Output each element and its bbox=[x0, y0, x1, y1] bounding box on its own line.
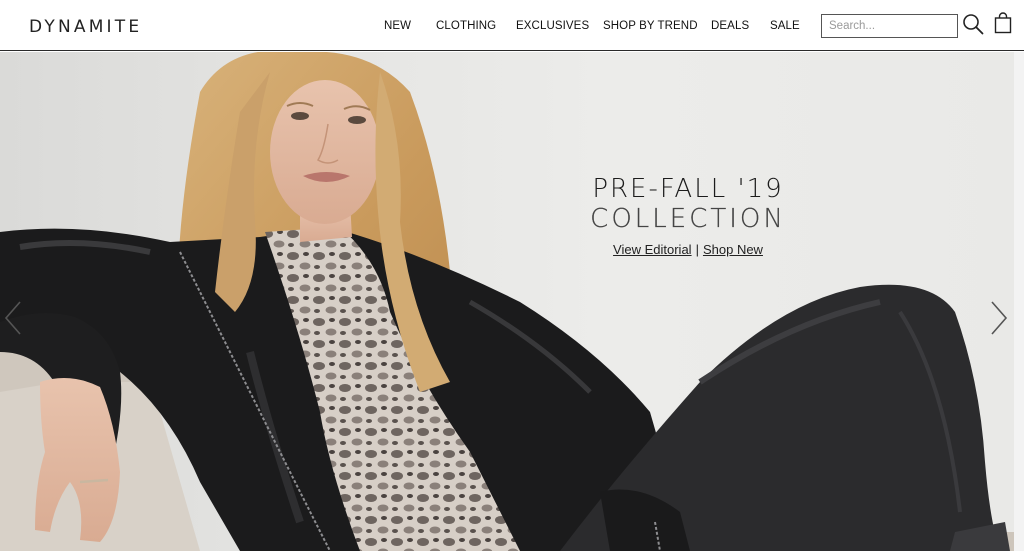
hero-title-line1: PRE-FALL '19 bbox=[592, 174, 784, 204]
hero-banner[interactable]: PRE-FALL '19 COLLECTION View Editorial | S… bbox=[0, 52, 1014, 551]
link-separator: | bbox=[695, 242, 699, 257]
chevron-left-icon[interactable] bbox=[2, 300, 24, 336]
hero-model-image bbox=[0, 52, 1014, 551]
nav-item-sale[interactable]: SALE bbox=[770, 20, 800, 32]
nav-item-shop-by-trend[interactable]: SHOP BY TREND bbox=[603, 20, 698, 32]
nav-item-deals[interactable]: DEALS bbox=[711, 20, 749, 32]
shopping-bag-icon[interactable] bbox=[994, 12, 1012, 34]
hero-title-line2: COLLECTION bbox=[590, 204, 786, 234]
site-header: DYNAMITE NEW CLOTHING EXCLUSIVES SHOP BY… bbox=[0, 0, 1024, 51]
chevron-right-icon[interactable] bbox=[988, 300, 1010, 336]
page: DYNAMITE NEW CLOTHING EXCLUSIVES SHOP BY… bbox=[0, 0, 1024, 551]
nav-item-new[interactable]: NEW bbox=[384, 20, 411, 32]
hero-links: View Editorial | Shop New bbox=[560, 242, 816, 257]
page-scrollbar[interactable] bbox=[1014, 52, 1024, 551]
nav-item-exclusives[interactable]: EXCLUSIVES bbox=[516, 20, 589, 32]
hero-title: PRE-FALL '19 COLLECTION bbox=[560, 174, 816, 234]
search-icon[interactable] bbox=[962, 13, 984, 35]
shop-new-link[interactable]: Shop New bbox=[703, 242, 763, 257]
brand-logo[interactable]: DYNAMITE bbox=[29, 17, 142, 37]
view-editorial-link[interactable]: View Editorial bbox=[613, 242, 692, 257]
search-input[interactable] bbox=[821, 14, 958, 38]
nav-item-clothing[interactable]: CLOTHING bbox=[436, 20, 496, 32]
